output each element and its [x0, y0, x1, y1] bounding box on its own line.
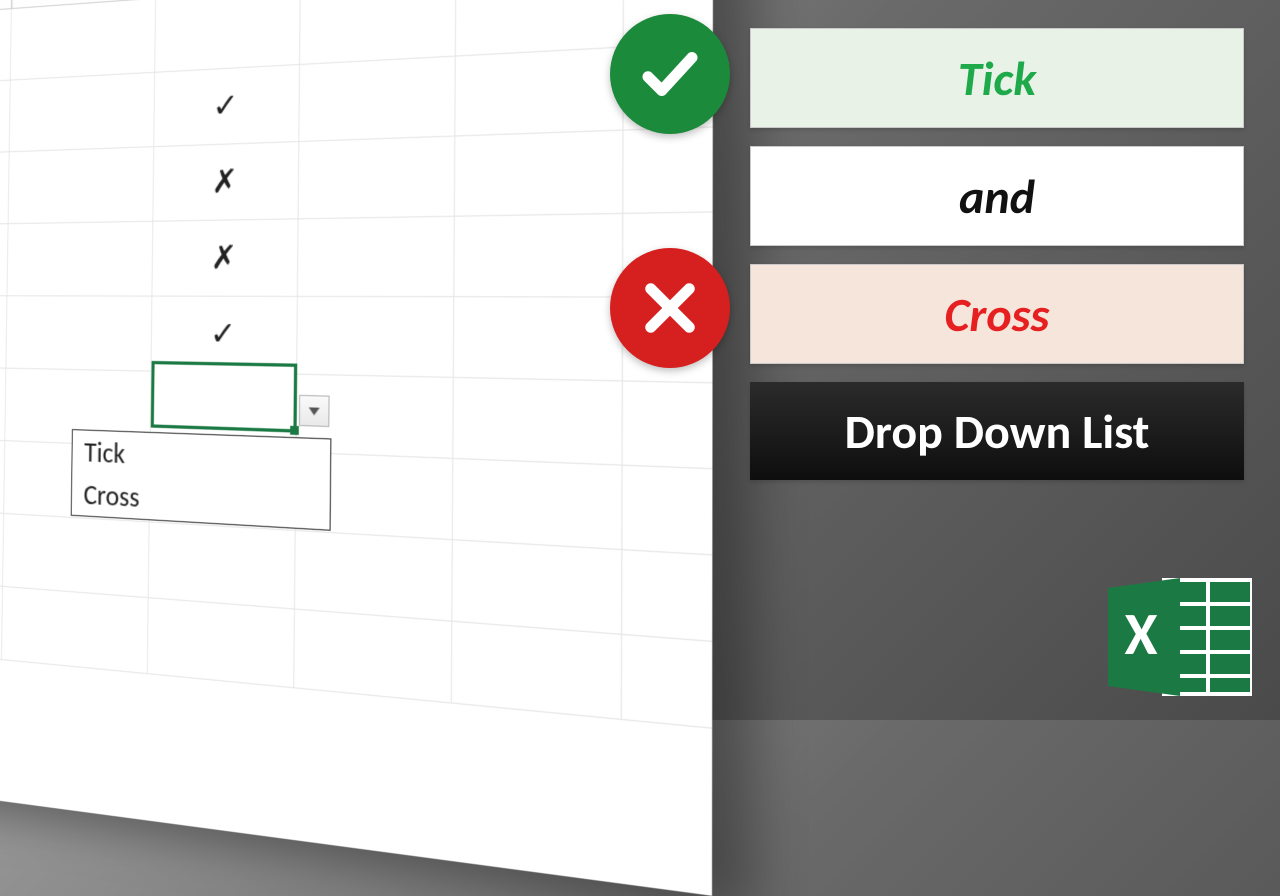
cell[interactable] [7, 222, 153, 296]
spreadsheet-tilt-wrapper: D E F G H ✓ ✗ [0, 0, 660, 780]
excel-logo-icon: X [1108, 572, 1258, 702]
cell[interactable] [3, 514, 150, 597]
row-4: ✗ [0, 213, 713, 298]
cell[interactable] [297, 297, 454, 377]
cell[interactable] [11, 0, 156, 80]
cell[interactable] [149, 522, 296, 608]
cell[interactable] [10, 73, 156, 151]
cell-value[interactable]: ✗ [153, 142, 299, 221]
cell[interactable] [454, 297, 623, 380]
checkmark-circle-icon [610, 14, 730, 134]
cell[interactable] [155, 0, 301, 72]
cross-circle-icon [610, 248, 730, 368]
cell[interactable] [455, 131, 624, 216]
cell[interactable] [148, 598, 295, 687]
dropdown-toggle-button[interactable] [299, 395, 330, 427]
cell-value[interactable]: ✓ [154, 65, 300, 146]
excel-logo-letter: X [1124, 598, 1157, 671]
cell[interactable] [298, 217, 455, 296]
cell[interactable] [452, 540, 622, 634]
active-cell[interactable] [151, 361, 297, 433]
card-and: and [750, 146, 1244, 246]
cell[interactable] [2, 587, 149, 673]
cell[interactable] [295, 531, 453, 621]
cell[interactable] [454, 214, 623, 296]
cell[interactable] [6, 296, 152, 370]
cell[interactable] [456, 0, 624, 55]
cell[interactable] [294, 610, 452, 703]
cell[interactable] [452, 622, 622, 719]
chevron-down-icon [309, 400, 320, 422]
cell[interactable] [299, 137, 456, 219]
cell[interactable] [299, 57, 456, 141]
cell[interactable] [9, 147, 155, 223]
spreadsheet: D E F G H ✓ ✗ [0, 0, 713, 896]
cell[interactable] [455, 48, 623, 136]
dropdown-list: Tick Cross [71, 429, 332, 531]
cell[interactable] [453, 459, 623, 549]
label-cards: Tick and Cross Drop Down List [750, 28, 1244, 480]
card-dropdown-list: Drop Down List [750, 382, 1244, 480]
cell[interactable] [300, 0, 456, 64]
cell-value[interactable]: ✗ [152, 219, 298, 295]
card-cross: Cross [750, 264, 1244, 364]
card-tick: Tick [750, 28, 1244, 128]
cell[interactable] [453, 378, 623, 465]
